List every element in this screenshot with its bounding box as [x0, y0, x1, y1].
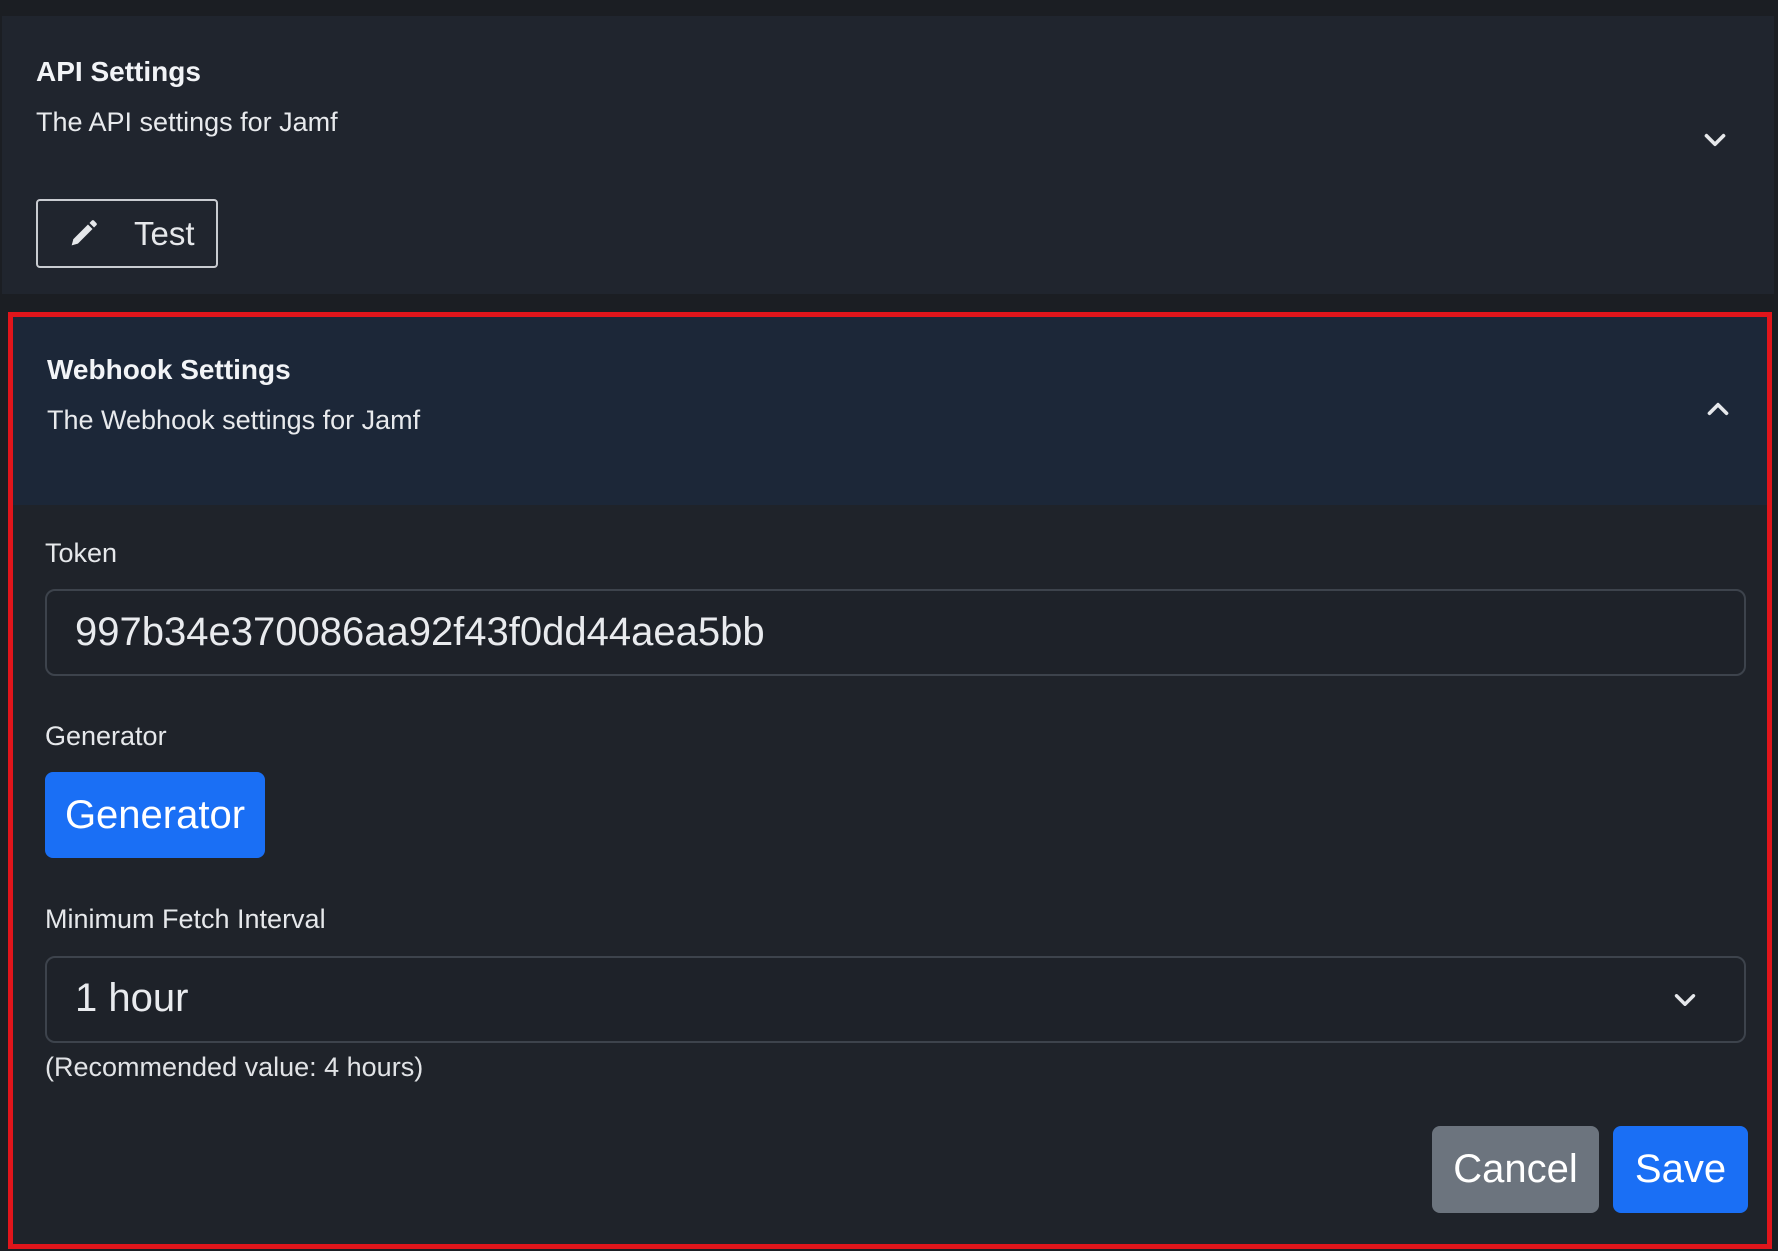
webhook-settings-title: Webhook Settings — [47, 354, 291, 385]
min-fetch-interval-value: 1 hour — [75, 976, 189, 1020]
page: API Settings The API settings for Jamf T… — [0, 0, 1778, 1251]
save-button[interactable]: Save — [1613, 1126, 1748, 1213]
api-settings-panel[interactable]: API Settings The API settings for Jamf T… — [2, 16, 1774, 294]
webhook-settings-header[interactable]: Webhook Settings The Webhook settings fo… — [13, 317, 1767, 505]
generator-button[interactable]: Generator — [45, 772, 265, 858]
api-settings-title: API Settings — [36, 56, 201, 87]
token-label: Token — [45, 538, 118, 568]
chevron-down-icon — [1668, 983, 1702, 1017]
min-fetch-interval-select[interactable]: 1 hour — [45, 956, 1746, 1043]
generator-label: Generator — [45, 721, 167, 751]
token-input[interactable]: 997b34e370086aa92f43f0dd44aea5bb — [45, 589, 1746, 676]
chevron-down-icon[interactable] — [1698, 123, 1732, 157]
pencil-icon — [66, 217, 100, 251]
chevron-up-icon[interactable] — [1701, 392, 1735, 426]
webhook-settings-description: The Webhook settings for Jamf — [47, 405, 421, 435]
recommended-value-hint: (Recommended value: 4 hours) — [45, 1052, 424, 1082]
api-settings-description: The API settings for Jamf — [36, 107, 338, 137]
test-button-label: Test — [134, 215, 195, 252]
min-fetch-interval-label: Minimum Fetch Interval — [45, 904, 326, 934]
webhook-settings-panel: Webhook Settings The Webhook settings fo… — [8, 312, 1772, 1249]
test-button[interactable]: Test — [36, 199, 218, 268]
cancel-button[interactable]: Cancel — [1432, 1126, 1599, 1213]
